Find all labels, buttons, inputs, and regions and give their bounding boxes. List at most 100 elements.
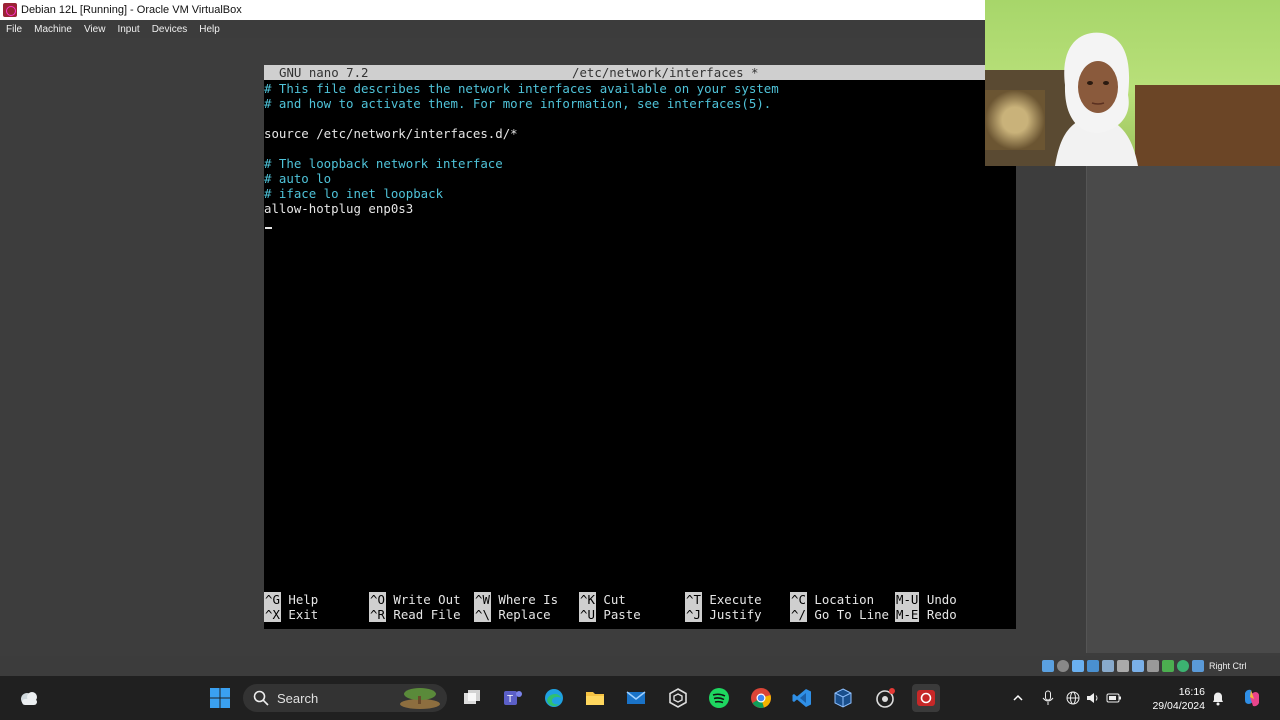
mail-button[interactable] [622,684,650,712]
svg-text:T: T [507,694,513,705]
edge-icon [545,689,563,707]
copilot-button[interactable] [1238,684,1266,712]
vscode-icon [792,689,811,707]
network-icon[interactable] [1087,660,1099,672]
search-icon [253,690,269,706]
file-line[interactable]: # iface lo inet loopback [264,186,443,201]
shortcut-key: ^C [790,592,807,607]
shortcut-paste[interactable]: ^U Paste [579,607,641,622]
task-view-icon [464,690,480,704]
shortcut-where-is[interactable]: ^W Where Is [474,592,558,607]
menu-help[interactable]: Help [199,24,220,35]
copilot-icon [1245,689,1259,707]
optical-drive-icon[interactable] [1057,660,1069,672]
quick-settings-button[interactable] [1064,684,1124,712]
vscode-button[interactable] [788,684,816,712]
windows-logo-icon [210,688,230,708]
shared-folders-icon[interactable] [1117,660,1129,672]
shortcut-read-file[interactable]: ^R Read File [369,607,461,622]
shortcut-label: Paste [603,607,641,622]
hexagon-icon [669,688,687,708]
file-line[interactable]: source /etc/network/interfaces.d/* [264,126,518,141]
chrome-icon [751,688,771,708]
file-line[interactable]: # The loopback network interface [264,156,503,171]
weather-widget[interactable] [12,676,46,720]
virtualbox-cube-icon [834,688,852,708]
shortcut-redo[interactable]: M-E Redo [895,607,957,622]
audio-icon[interactable] [1072,660,1084,672]
display-icon[interactable] [1132,660,1144,672]
cloud-icon [21,692,37,705]
cpu-icon[interactable] [1162,660,1174,672]
menu-view[interactable]: View [84,24,106,35]
virtualbox-button[interactable] [829,684,857,712]
shortcut-undo[interactable]: M-U Undo [895,592,957,607]
vm-side-panel [1086,165,1280,653]
nano-editor[interactable]: GNU nano 7.2 /etc/network/interfaces * #… [264,65,1016,629]
hard-disk-icon[interactable] [1042,660,1054,672]
shortcut-label: Redo [926,607,957,622]
shortcut-execute[interactable]: ^T Execute [685,592,762,607]
shortcut-key: ^U [579,607,596,622]
hex-app-button[interactable] [664,684,692,712]
guest-additions-icon[interactable] [1177,660,1189,672]
capture-app-button[interactable] [871,684,899,712]
chrome-button[interactable] [747,684,775,712]
clock[interactable]: 16:16 29/04/2024 [1143,685,1205,713]
notifications-button[interactable] [1204,684,1232,712]
volume-icon [1087,693,1098,703]
microphone-icon [1042,690,1054,705]
recording-icon[interactable] [1147,660,1159,672]
bell-icon [1213,692,1223,706]
start-button[interactable] [204,676,236,720]
shortcut-location[interactable]: ^C Location [790,592,874,607]
shortcut-label: Read File [393,607,461,622]
spotify-icon [709,688,729,708]
shortcut-label: Cut [603,592,626,607]
mouse-integration-icon[interactable] [1192,660,1204,672]
shortcut-label: Location [814,592,875,607]
search-label: Search [277,690,319,706]
shortcut-key: ^O [369,592,386,607]
microphone-button[interactable] [1034,684,1062,712]
clock-time: 16:16 [1178,686,1205,698]
shortcut-label: Undo [926,592,957,607]
file-line[interactable]: # auto lo [264,171,331,186]
shortcut-label: Where Is [498,592,559,607]
spotify-button[interactable] [705,684,733,712]
window-title: Debian 12L [Running] - Oracle VM Virtual… [21,4,242,16]
tray-overflow-button[interactable] [1004,684,1032,712]
shortcut-cut[interactable]: ^K Cut [579,592,626,607]
shortcut-label: Exit [288,607,319,622]
host-key-label: Right Ctrl [1209,661,1247,671]
shortcut-key: ^W [474,592,491,607]
shortcut-write-out[interactable]: ^O Write Out [369,592,461,607]
edge-button[interactable] [540,684,568,712]
shortcut-replace[interactable]: ^\ Replace [474,607,551,622]
file-explorer-button[interactable] [581,684,609,712]
menu-file[interactable]: File [6,24,22,35]
file-line[interactable]: # This file describes the network interf… [264,81,779,96]
taskbar: Search T 16:16 29/04/2024 [0,676,1280,720]
menu-machine[interactable]: Machine [34,24,72,35]
capture-icon [876,688,895,708]
shortcut-key: ^/ [790,607,807,622]
file-line[interactable]: allow-hotplug enp0s3 [264,201,413,216]
recording-app-button[interactable] [912,684,940,712]
taskbar-search[interactable]: Search [243,684,447,712]
shortcut-go-to-line[interactable]: ^/ Go To Line [790,607,889,622]
shortcut-justify[interactable]: ^J Justify [685,607,762,622]
shortcut-exit[interactable]: ^X Exit [264,607,318,622]
file-line[interactable]: # and how to activate them. For more inf… [264,96,771,111]
shortcut-label: Go To Line [814,607,889,622]
menu-devices[interactable]: Devices [152,24,188,35]
menu-input[interactable]: Input [117,24,139,35]
nano-version: GNU nano 7.2 [279,65,369,80]
chevron-up-icon [1013,694,1023,701]
nano-filename: /etc/network/interfaces * [572,65,759,80]
usb-icon[interactable] [1102,660,1114,672]
teams-button[interactable]: T [499,684,527,712]
task-view-button[interactable] [458,684,486,712]
virtualbox-app-icon [3,3,17,17]
shortcut-help[interactable]: ^G Help [264,592,318,607]
